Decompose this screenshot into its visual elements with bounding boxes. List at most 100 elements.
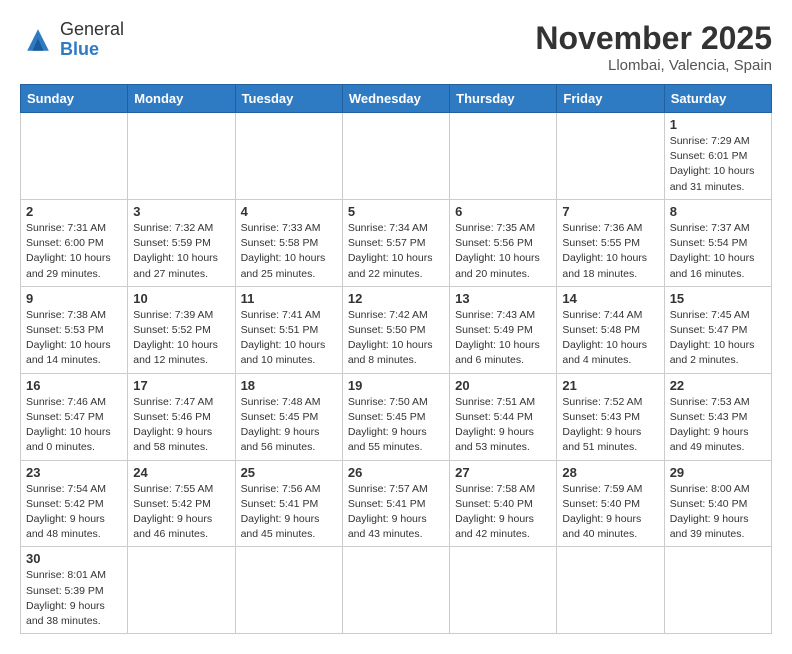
day-info: Sunrise: 7:47 AM Sunset: 5:46 PM Dayligh…	[133, 395, 229, 456]
day-info: Sunrise: 7:36 AM Sunset: 5:55 PM Dayligh…	[562, 221, 658, 282]
day-info: Sunrise: 7:55 AM Sunset: 5:42 PM Dayligh…	[133, 482, 229, 543]
logo-general-text: General	[60, 19, 124, 39]
day-number: 11	[241, 291, 337, 306]
calendar-cell: 29Sunrise: 8:00 AM Sunset: 5:40 PM Dayli…	[664, 460, 771, 547]
day-number: 8	[670, 204, 766, 219]
day-info: Sunrise: 7:31 AM Sunset: 6:00 PM Dayligh…	[26, 221, 122, 282]
calendar-cell	[342, 547, 449, 634]
weekday-header-saturday: Saturday	[664, 85, 771, 113]
day-number: 24	[133, 465, 229, 480]
weekday-header-tuesday: Tuesday	[235, 85, 342, 113]
calendar-cell	[450, 547, 557, 634]
calendar-week-5: 23 Sunrise: 7:54 AM Sunset: 5:42 PM Dayli…	[21, 460, 772, 547]
day-info: Sunrise: 7:29 AM Sunset: 6:01 PM Dayligh…	[670, 134, 766, 195]
weekday-header-sunday: Sunday	[21, 85, 128, 113]
day-number: 19	[348, 378, 444, 393]
calendar-cell	[557, 547, 664, 634]
day-number: 17	[133, 378, 229, 393]
day-info: Sunrise: 7:41 AM Sunset: 5:51 PM Dayligh…	[241, 308, 337, 369]
calendar-cell	[128, 547, 235, 634]
day-info: Sunrise: 7:45 AM Sunset: 5:47 PM Dayligh…	[670, 308, 766, 369]
day-info: Sunrise: 7:57 AM Sunset: 5:41 PM Dayligh…	[348, 482, 444, 543]
calendar-cell: 6 Sunrise: 7:35 AM Sunset: 5:56 PM Daylig…	[450, 199, 557, 286]
calendar-cell: 21Sunrise: 7:52 AM Sunset: 5:43 PM Dayli…	[557, 373, 664, 460]
day-number: 10	[133, 291, 229, 306]
calendar-cell: 26 Sunrise: 7:57 AM Sunset: 5:41 PM Dayli…	[342, 460, 449, 547]
calendar-cell: 13 Sunrise: 7:43 AM Sunset: 5:49 PM Dayli…	[450, 286, 557, 373]
day-number: 2	[26, 204, 122, 219]
calendar-cell: 12 Sunrise: 7:42 AM Sunset: 5:50 PM Dayli…	[342, 286, 449, 373]
day-info: Sunrise: 7:43 AM Sunset: 5:49 PM Dayligh…	[455, 308, 551, 369]
calendar-header: SundayMondayTuesdayWednesdayThursdayFrid…	[21, 85, 772, 113]
day-number: 16	[26, 378, 122, 393]
day-info: Sunrise: 7:44 AM Sunset: 5:48 PM Dayligh…	[562, 308, 658, 369]
page-header: General Blue November 2025 Llombai, Vale…	[20, 20, 772, 74]
calendar-table: SundayMondayTuesdayWednesdayThursdayFrid…	[20, 84, 772, 634]
calendar-cell: 9Sunrise: 7:38 AM Sunset: 5:53 PM Daylig…	[21, 286, 128, 373]
day-number: 18	[241, 378, 337, 393]
day-number: 22	[670, 378, 766, 393]
day-number: 20	[455, 378, 551, 393]
weekday-header-wednesday: Wednesday	[342, 85, 449, 113]
calendar-cell: 3Sunrise: 7:32 AM Sunset: 5:59 PM Daylig…	[128, 199, 235, 286]
day-info: Sunrise: 7:34 AM Sunset: 5:57 PM Dayligh…	[348, 221, 444, 282]
calendar-cell: 4 Sunrise: 7:33 AM Sunset: 5:58 PM Daylig…	[235, 199, 342, 286]
calendar-cell: 24 Sunrise: 7:55 AM Sunset: 5:42 PM Dayli…	[128, 460, 235, 547]
day-info: Sunrise: 7:42 AM Sunset: 5:50 PM Dayligh…	[348, 308, 444, 369]
day-info: Sunrise: 7:46 AM Sunset: 5:47 PM Dayligh…	[26, 395, 122, 456]
calendar-cell: 1 Sunrise: 7:29 AM Sunset: 6:01 PM Daylig…	[664, 113, 771, 200]
day-info: Sunrise: 7:37 AM Sunset: 5:54 PM Dayligh…	[670, 221, 766, 282]
day-info: Sunrise: 7:54 AM Sunset: 5:42 PM Dayligh…	[26, 482, 122, 543]
day-info: Sunrise: 8:01 AM Sunset: 5:39 PM Dayligh…	[26, 568, 122, 629]
day-info: Sunrise: 7:58 AM Sunset: 5:40 PM Dayligh…	[455, 482, 551, 543]
day-info: Sunrise: 7:51 AM Sunset: 5:44 PM Dayligh…	[455, 395, 551, 456]
day-number: 5	[348, 204, 444, 219]
day-info: Sunrise: 7:53 AM Sunset: 5:43 PM Dayligh…	[670, 395, 766, 456]
day-info: Sunrise: 7:33 AM Sunset: 5:58 PM Dayligh…	[241, 221, 337, 282]
calendar-cell: 28 Sunrise: 7:59 AM Sunset: 5:40 PM Dayli…	[557, 460, 664, 547]
calendar-cell	[235, 547, 342, 634]
calendar-cell: 25 Sunrise: 7:56 AM Sunset: 5:41 PM Dayli…	[235, 460, 342, 547]
day-number: 13	[455, 291, 551, 306]
day-info: Sunrise: 7:48 AM Sunset: 5:45 PM Dayligh…	[241, 395, 337, 456]
day-number: 12	[348, 291, 444, 306]
calendar-cell: 19Sunrise: 7:50 AM Sunset: 5:45 PM Dayli…	[342, 373, 449, 460]
location-text: Llombai, Valencia, Spain	[535, 57, 772, 74]
calendar-cell: 23 Sunrise: 7:54 AM Sunset: 5:42 PM Dayli…	[21, 460, 128, 547]
day-number: 26	[348, 465, 444, 480]
calendar-cell: 30Sunrise: 8:01 AM Sunset: 5:39 PM Dayli…	[21, 547, 128, 634]
day-number: 1	[670, 117, 766, 132]
calendar-cell: 14Sunrise: 7:44 AM Sunset: 5:48 PM Dayli…	[557, 286, 664, 373]
day-number: 6	[455, 204, 551, 219]
calendar-cell	[450, 113, 557, 200]
calendar-cell: 16 Sunrise: 7:46 AM Sunset: 5:47 PM Dayli…	[21, 373, 128, 460]
day-number: 9	[26, 291, 122, 306]
day-number: 7	[562, 204, 658, 219]
calendar-cell	[664, 547, 771, 634]
calendar-week-4: 16 Sunrise: 7:46 AM Sunset: 5:47 PM Dayli…	[21, 373, 772, 460]
logo-icon	[20, 22, 56, 58]
day-info: Sunrise: 7:56 AM Sunset: 5:41 PM Dayligh…	[241, 482, 337, 543]
day-info: Sunrise: 7:52 AM Sunset: 5:43 PM Dayligh…	[562, 395, 658, 456]
day-number: 4	[241, 204, 337, 219]
calendar-cell: 15 Sunrise: 7:45 AM Sunset: 5:47 PM Dayli…	[664, 286, 771, 373]
weekday-header-row: SundayMondayTuesdayWednesdayThursdayFrid…	[21, 85, 772, 113]
calendar-cell: 2 Sunrise: 7:31 AM Sunset: 6:00 PM Daylig…	[21, 199, 128, 286]
calendar-cell: 8 Sunrise: 7:37 AM Sunset: 5:54 PM Daylig…	[664, 199, 771, 286]
calendar-week-1: 1 Sunrise: 7:29 AM Sunset: 6:01 PM Daylig…	[21, 113, 772, 200]
day-number: 15	[670, 291, 766, 306]
day-number: 27	[455, 465, 551, 480]
day-number: 23	[26, 465, 122, 480]
calendar-cell	[21, 113, 128, 200]
calendar-cell: 27 Sunrise: 7:58 AM Sunset: 5:40 PM Dayli…	[450, 460, 557, 547]
day-info: Sunrise: 7:39 AM Sunset: 5:52 PM Dayligh…	[133, 308, 229, 369]
day-number: 29	[670, 465, 766, 480]
day-number: 28	[562, 465, 658, 480]
calendar-cell: 20 Sunrise: 7:51 AM Sunset: 5:44 PM Dayli…	[450, 373, 557, 460]
day-info: Sunrise: 7:35 AM Sunset: 5:56 PM Dayligh…	[455, 221, 551, 282]
day-number: 3	[133, 204, 229, 219]
calendar-cell	[557, 113, 664, 200]
day-info: Sunrise: 7:59 AM Sunset: 5:40 PM Dayligh…	[562, 482, 658, 543]
day-number: 25	[241, 465, 337, 480]
logo-text: General Blue	[60, 20, 124, 60]
